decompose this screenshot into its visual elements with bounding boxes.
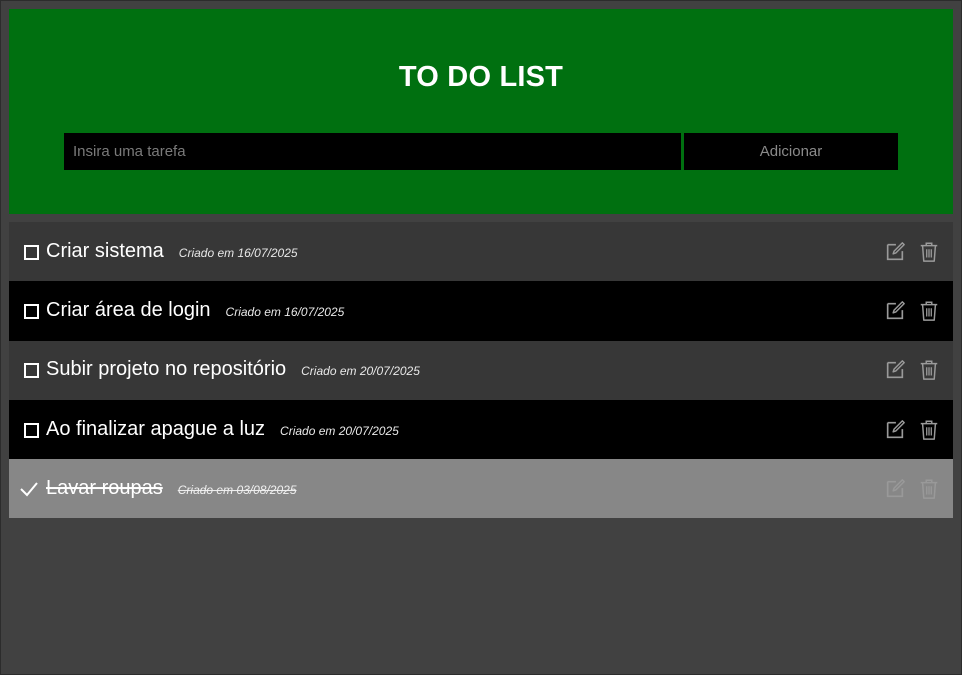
task-row-completed: Lavar roupas Criado em 03/08/2025 xyxy=(9,459,953,519)
checkmark-icon[interactable] xyxy=(19,480,39,498)
task-checkbox[interactable] xyxy=(24,422,39,438)
task-date: Criado em 16/07/2025 xyxy=(225,304,345,319)
task-content: Ao finalizar apague a luz Criado em 20/0… xyxy=(46,418,399,441)
task-checkbox[interactable] xyxy=(24,303,39,319)
task-name: Lavar roupas xyxy=(46,476,163,499)
task-content: Criar área de login Criado em 16/07/2025 xyxy=(46,299,344,322)
task-date: Criado em 16/07/2025 xyxy=(178,245,298,260)
trash-icon[interactable] xyxy=(918,419,940,441)
header: TO DO LIST Adicionar xyxy=(9,9,953,214)
task-row: Subir projeto no repositório Criado em 2… xyxy=(9,340,953,400)
page-title: TO DO LIST xyxy=(398,61,564,93)
app-window: TO DO LIST Adicionar Criar sistema Criad… xyxy=(0,0,962,675)
edit-icon[interactable] xyxy=(884,359,906,381)
task-date: Criado em 20/07/2025 xyxy=(280,423,399,438)
task-content: Criar sistema Criado em 16/07/2025 xyxy=(46,240,298,263)
trash-icon[interactable] xyxy=(918,300,940,322)
task-checkbox[interactable] xyxy=(24,244,39,260)
task-input[interactable] xyxy=(64,133,681,170)
task-name: Subir projeto no repositório xyxy=(46,358,287,381)
trash-icon[interactable] xyxy=(918,241,940,263)
edit-icon[interactable] xyxy=(884,300,906,322)
task-list: Criar sistema Criado em 16/07/2025 Criar… xyxy=(9,222,953,519)
trash-icon[interactable] xyxy=(918,478,940,500)
task-checkbox[interactable] xyxy=(24,363,39,379)
edit-icon[interactable] xyxy=(884,241,906,263)
edit-icon[interactable] xyxy=(884,419,906,441)
task-name: Criar sistema xyxy=(46,239,164,262)
task-row: Ao finalizar apague a luz Criado em 20/0… xyxy=(9,399,953,460)
add-button[interactable]: Adicionar xyxy=(684,133,898,170)
task-date: Criado em 20/07/2025 xyxy=(301,364,420,379)
task-content: Subir projeto no repositório Criado em 2… xyxy=(46,358,420,381)
task-row: Criar sistema Criado em 16/07/2025 xyxy=(9,222,953,282)
trash-icon[interactable] xyxy=(918,359,940,381)
task-row: Criar área de login Criado em 16/07/2025 xyxy=(9,281,953,341)
task-content: Lavar roupas Criado em 03/08/2025 xyxy=(46,477,297,500)
edit-icon[interactable] xyxy=(884,478,906,500)
task-name: Ao finalizar apague a luz xyxy=(46,417,266,440)
task-name: Criar área de login xyxy=(46,298,211,321)
task-date: Criado em 03/08/2025 xyxy=(177,482,297,497)
